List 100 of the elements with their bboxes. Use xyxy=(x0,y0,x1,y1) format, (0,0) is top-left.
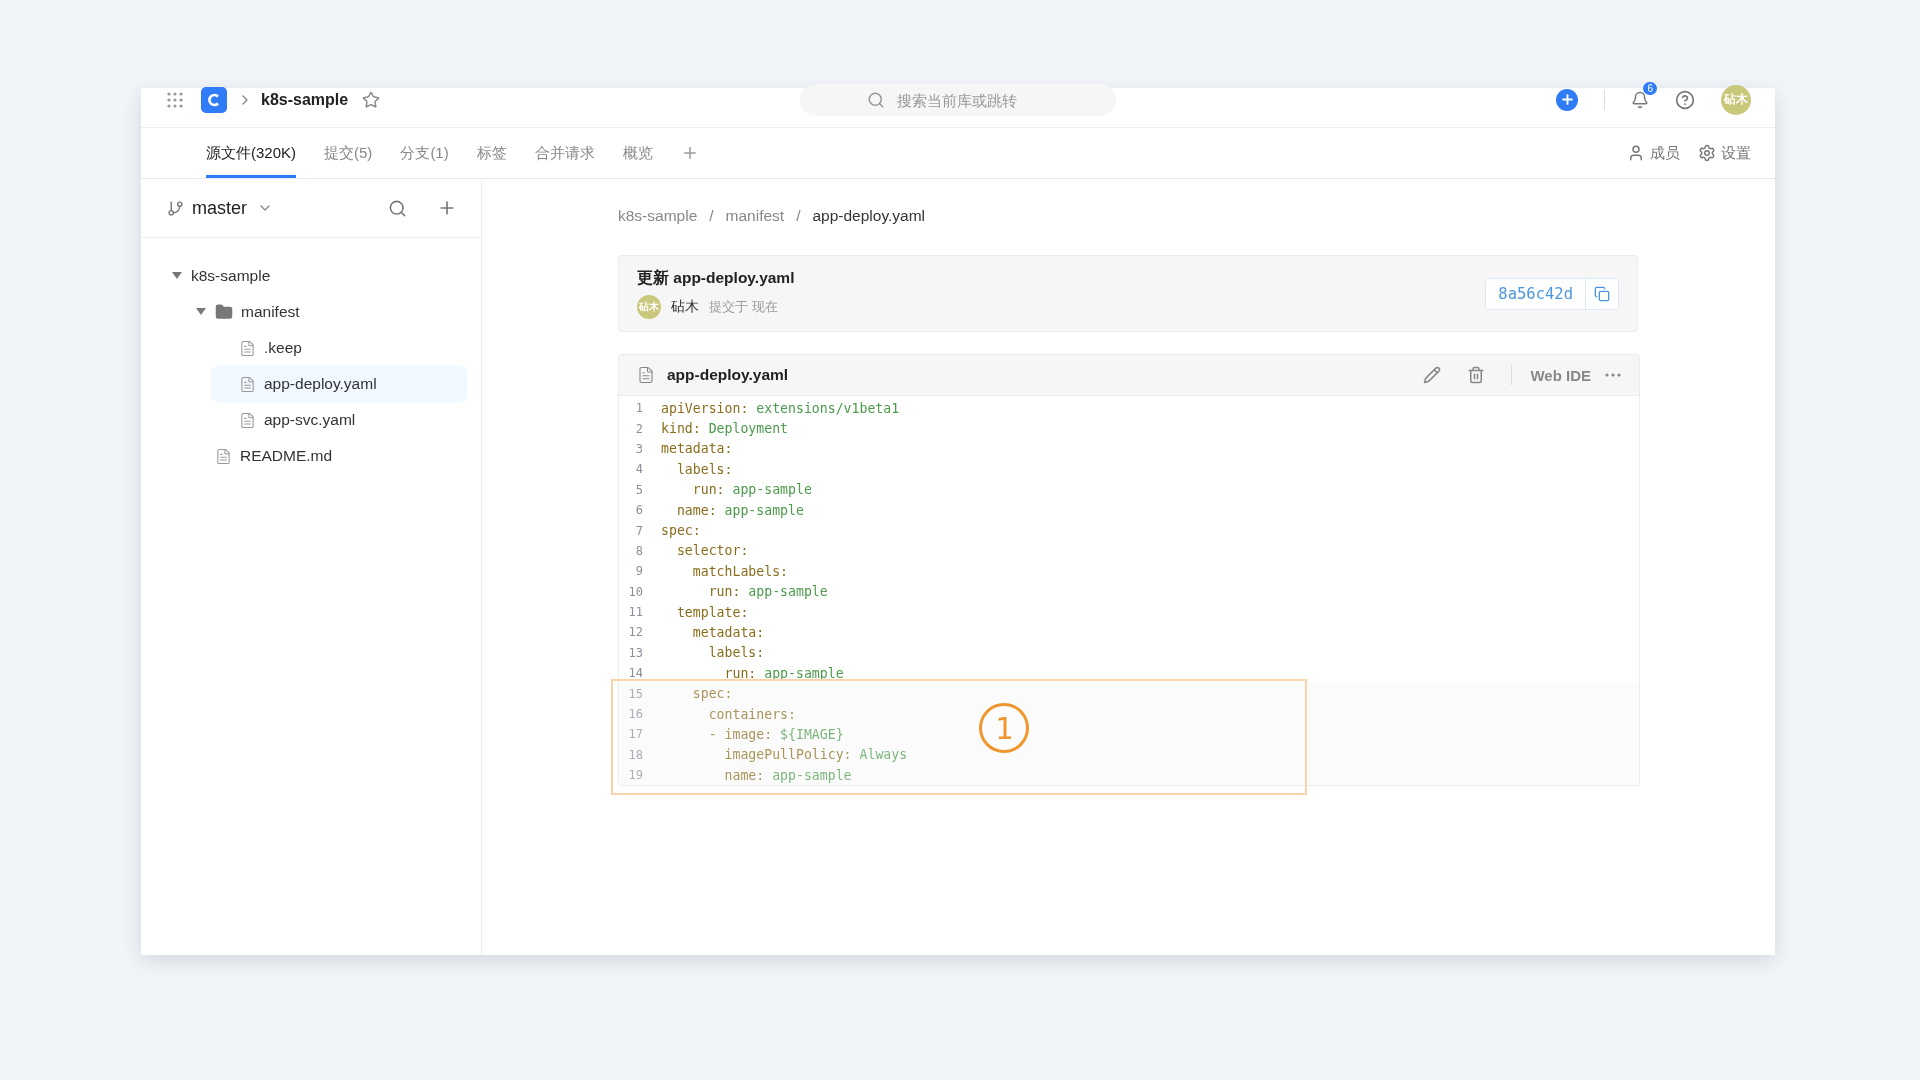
file-name: app-deploy.yaml xyxy=(667,366,789,384)
line-number: 3 xyxy=(634,441,643,456)
search-icon[interactable] xyxy=(388,198,407,218)
file-icon xyxy=(637,366,655,384)
line-number: 16 xyxy=(627,707,643,722)
line-number: 4 xyxy=(634,462,643,477)
file-tree-item[interactable]: k8s-sample xyxy=(163,258,467,294)
nav-tab[interactable]: 分支(1) xyxy=(400,128,449,178)
caret-icon[interactable] xyxy=(195,308,207,316)
folder-icon xyxy=(215,303,233,321)
line-number: 11 xyxy=(627,605,643,620)
breadcrumb-separator: / xyxy=(709,207,714,225)
file-icon xyxy=(239,375,256,393)
members-link[interactable]: 成员 xyxy=(1627,128,1680,178)
yaml-key: template: xyxy=(661,604,749,620)
breadcrumb-link[interactable]: app-deploy.yaml xyxy=(812,207,926,225)
nav-tab[interactable]: 提交(5) xyxy=(324,128,373,178)
yaml-key: run: xyxy=(661,584,741,600)
yaml-value: Deployment xyxy=(708,421,789,437)
line-number: 6 xyxy=(634,503,643,518)
file-tree-item[interactable]: .keep xyxy=(211,330,467,366)
branch-selector[interactable]: master xyxy=(192,197,273,219)
line-number: 10 xyxy=(627,584,643,599)
notification-badge: 6 xyxy=(1643,81,1657,95)
yaml-key: selector: xyxy=(661,543,749,559)
yaml-value: app-sample xyxy=(732,482,812,498)
nav-tab[interactable]: 合并请求 xyxy=(534,128,595,178)
line-number: 13 xyxy=(627,645,643,660)
help-icon[interactable] xyxy=(1675,89,1695,110)
commit-author: 砧木 xyxy=(671,298,699,316)
search-field[interactable]: 搜索当前库或跳转 xyxy=(800,84,1116,116)
yaml-key: matchLabels: xyxy=(661,563,789,579)
yaml-key: labels: xyxy=(661,645,765,661)
app-logo[interactable] xyxy=(201,86,227,113)
web-ide-button[interactable]: Web IDE xyxy=(1530,366,1591,384)
yaml-key: imagePullPolicy: xyxy=(661,747,852,763)
yaml-value: extensions/v1beta1 xyxy=(756,400,900,416)
star-icon[interactable] xyxy=(362,90,381,109)
trash-icon xyxy=(1467,366,1486,384)
line-number: 18 xyxy=(627,747,643,762)
line-number: 8 xyxy=(634,543,643,558)
user-icon xyxy=(1627,144,1645,162)
more-icon xyxy=(1605,373,1621,377)
line-number: 7 xyxy=(634,523,643,538)
line-number: 14 xyxy=(627,666,643,681)
yaml-value: app-sample xyxy=(764,665,844,681)
file-tree-item[interactable]: app-deploy.yaml xyxy=(211,366,467,402)
yaml-key: kind: xyxy=(661,421,701,437)
yaml-key: name: xyxy=(661,767,765,783)
apps-grid-icon[interactable] xyxy=(167,91,183,108)
yaml-value: app-sample xyxy=(748,584,828,600)
yaml-key: run: xyxy=(661,665,757,681)
branch-icon xyxy=(167,199,184,217)
yaml-value: ${IMAGE} xyxy=(780,726,844,742)
search-input[interactable]: 搜索当前库或跳转 xyxy=(895,90,1049,110)
nav-tab[interactable]: 概览 xyxy=(622,128,653,178)
yaml-key: name: xyxy=(661,502,717,518)
add-button[interactable] xyxy=(1556,88,1578,111)
yaml-key: apiVersion: xyxy=(661,400,749,416)
nav-tab[interactable]: 源文件(320K) xyxy=(206,128,297,178)
yaml-key: labels: xyxy=(661,461,733,477)
edit-button[interactable] xyxy=(1423,366,1442,384)
copy-icon xyxy=(1594,285,1610,302)
settings-icon xyxy=(1698,144,1716,162)
caret-icon[interactable] xyxy=(171,272,183,280)
author-avatar: 砧木 xyxy=(637,295,661,319)
file-icon xyxy=(239,411,256,429)
line-number: 5 xyxy=(634,482,643,497)
delete-button[interactable] xyxy=(1467,366,1486,384)
line-number: 2 xyxy=(634,421,643,436)
line-number: 12 xyxy=(627,625,643,640)
notification-icon[interactable] xyxy=(1631,90,1649,109)
repo-name[interactable]: k8s-sample xyxy=(261,90,349,109)
settings-link[interactable]: 设置 xyxy=(1698,128,1751,178)
commit-message: 更新 app-deploy.yaml xyxy=(637,268,795,288)
more-button[interactable] xyxy=(1605,373,1621,377)
file-icon xyxy=(239,339,256,357)
file-icon xyxy=(215,447,232,465)
nav-tab[interactable]: 标签 xyxy=(476,128,507,178)
yaml-key: run: xyxy=(661,482,725,498)
breadcrumb-separator: / xyxy=(796,207,801,225)
file-tree-item[interactable]: app-svc.yaml xyxy=(211,402,467,438)
file-tree-item[interactable]: manifest xyxy=(187,294,467,330)
line-number: 17 xyxy=(627,727,643,742)
yaml-key: spec: xyxy=(661,523,701,539)
yaml-value: Always xyxy=(859,747,908,763)
yaml-key: metadata: xyxy=(661,441,733,457)
search-icon xyxy=(867,91,885,109)
line-number: 15 xyxy=(627,686,643,701)
file-tree-item[interactable]: README.md xyxy=(187,438,467,474)
line-number: 19 xyxy=(627,768,643,783)
yaml-value: app-sample xyxy=(724,502,804,518)
yaml-key: containers: xyxy=(661,706,796,722)
line-number: 1 xyxy=(634,401,643,416)
breadcrumb-link[interactable]: manifest xyxy=(725,207,785,225)
plus-icon xyxy=(1559,92,1575,107)
yaml-value: app-sample xyxy=(772,767,852,783)
annotation-number: 1 xyxy=(979,703,1029,754)
yaml-key: spec: xyxy=(661,686,733,702)
breadcrumb-link[interactable]: k8s-sample xyxy=(618,207,698,225)
